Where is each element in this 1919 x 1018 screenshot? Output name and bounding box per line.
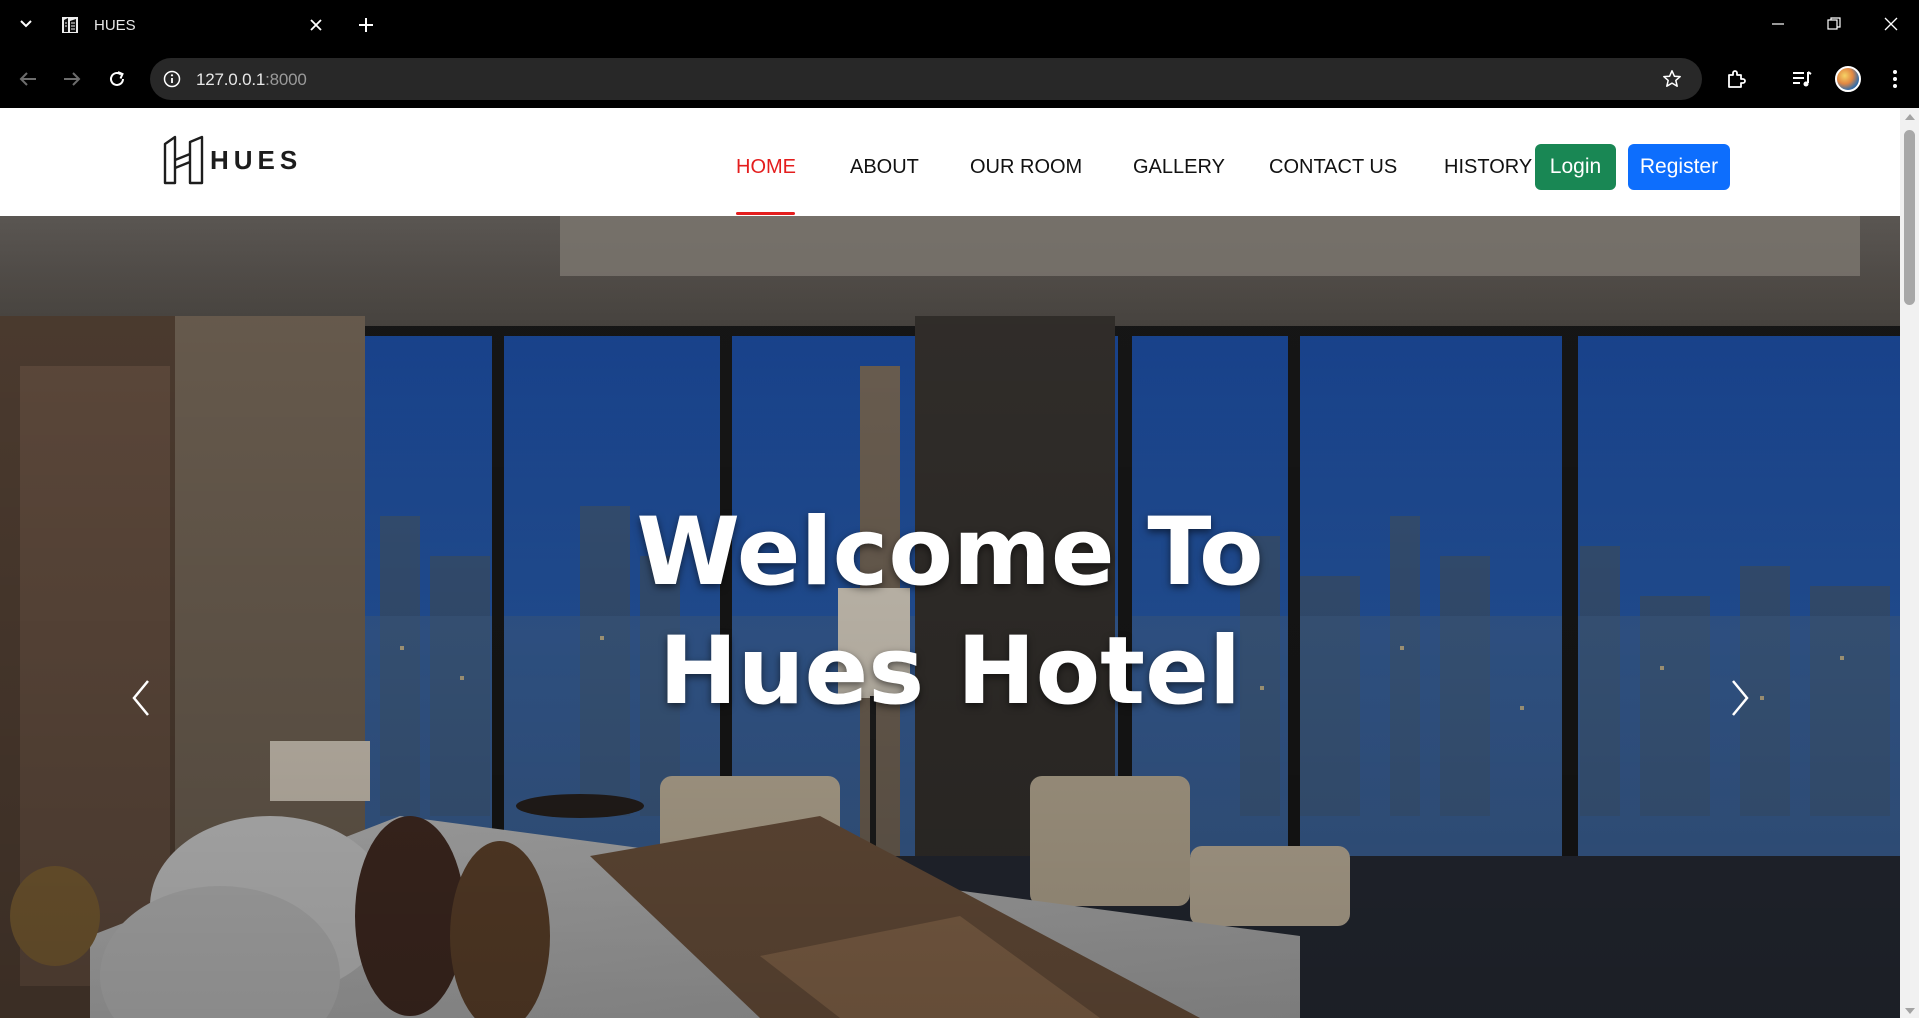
hero-title-line-1: Welcome To <box>636 498 1264 607</box>
hero-title-line-2: Hues Hotel <box>658 617 1242 726</box>
close-window-icon[interactable] <box>1879 12 1903 36</box>
carousel-next-chevron-icon[interactable] <box>1720 668 1760 728</box>
media-control-icon[interactable] <box>1789 66 1815 92</box>
register-button[interactable]: Register <box>1628 144 1730 190</box>
url-text: 127.0.0.1:8000 <box>196 70 307 90</box>
browser-tab-bar: HUES <box>0 0 1919 50</box>
minimize-icon[interactable] <box>1766 12 1790 36</box>
browser-toolbar: 127.0.0.1:8000 <box>0 50 1919 108</box>
nav-active-indicator <box>736 212 795 215</box>
more-menu-icon[interactable] <box>1882 66 1908 92</box>
scroll-up-arrow-icon[interactable] <box>1905 114 1915 120</box>
reload-icon[interactable] <box>105 67 129 91</box>
nav-contact-us[interactable]: CONTACT US <box>1269 156 1397 179</box>
nav-gallery[interactable]: GALLERY <box>1133 156 1225 179</box>
forward-arrow-icon[interactable] <box>60 67 84 91</box>
nav-home[interactable]: HOME <box>736 156 796 179</box>
url-host: 127.0.0.1 <box>196 70 266 89</box>
nav-history[interactable]: HISTORY <box>1444 156 1532 179</box>
bookmark-star-icon[interactable] <box>1660 67 1684 91</box>
login-button[interactable]: Login <box>1535 144 1616 190</box>
browser-tab[interactable]: HUES <box>50 6 340 44</box>
page-scrollbar[interactable] <box>1900 108 1919 1018</box>
restore-icon[interactable] <box>1822 12 1846 36</box>
scroll-thumb[interactable] <box>1904 130 1915 305</box>
url-port: :8000 <box>265 70 307 89</box>
carousel-prev-chevron-icon[interactable] <box>121 668 161 728</box>
tab-title: HUES <box>94 16 136 34</box>
extensions-puzzle-icon[interactable] <box>1723 66 1749 92</box>
back-arrow-icon[interactable] <box>16 67 40 91</box>
profile-avatar[interactable] <box>1835 66 1861 92</box>
site-info-icon[interactable] <box>160 67 184 91</box>
hues-favicon-icon <box>62 17 78 33</box>
new-tab-plus-icon[interactable] <box>354 13 378 37</box>
scroll-down-arrow-icon[interactable] <box>1905 1008 1915 1014</box>
tab-search-chevron-icon[interactable] <box>14 12 38 36</box>
tab-close-icon[interactable] <box>306 15 326 35</box>
hero-carousel: Welcome To Hues Hotel <box>0 216 1900 1018</box>
nav-about[interactable]: ABOUT <box>850 156 919 179</box>
site-header: HUES HOME ABOUT OUR ROOM GALLERY CONTACT… <box>0 108 1900 216</box>
address-bar[interactable]: 127.0.0.1:8000 <box>150 58 1702 100</box>
page-viewport: HUES HOME ABOUT OUR ROOM GALLERY CONTACT… <box>0 108 1900 1018</box>
nav-our-room[interactable]: OUR ROOM <box>970 156 1082 179</box>
